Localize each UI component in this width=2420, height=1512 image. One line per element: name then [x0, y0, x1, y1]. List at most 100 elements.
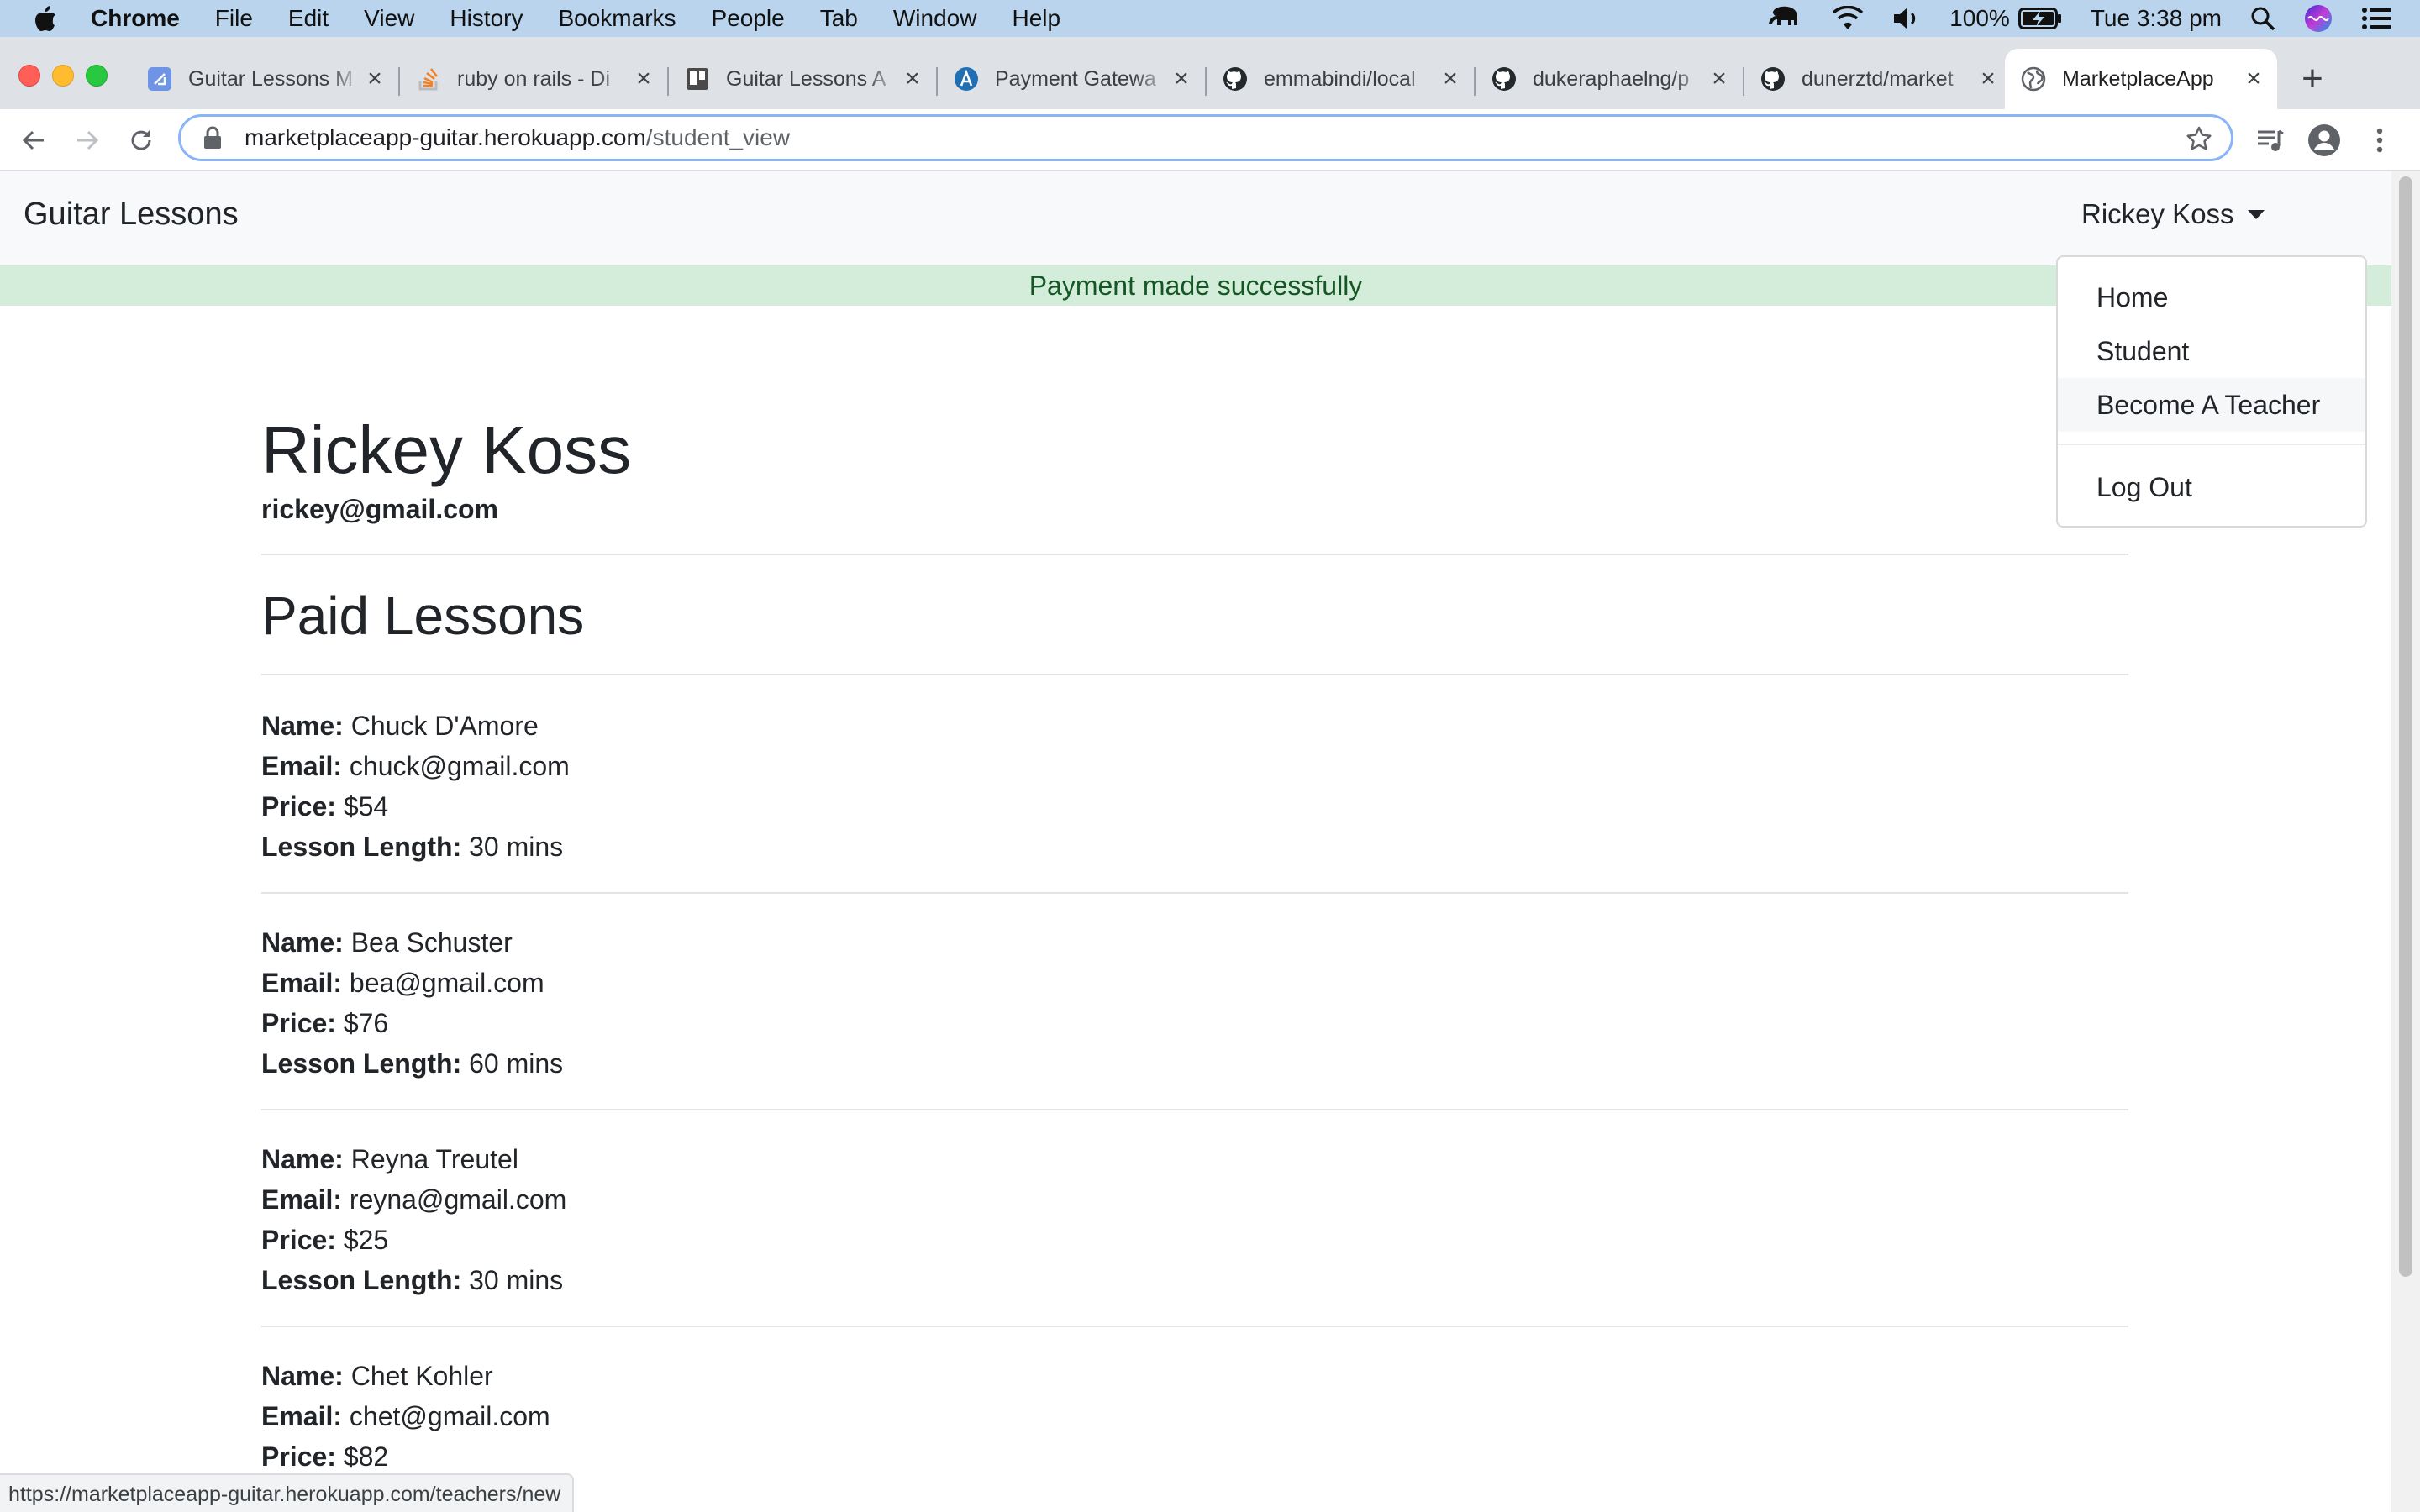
dropdown-item-log-out[interactable]: Log Out [2058, 460, 2365, 514]
email-label: Email: [261, 1184, 343, 1215]
close-window-button[interactable] [18, 65, 40, 87]
dropdown-item-become-a-teacher[interactable]: Become A Teacher [2058, 378, 2365, 432]
chrome-menu-button[interactable] [2363, 123, 2396, 157]
menu-app-chrome[interactable]: Chrome [91, 5, 180, 32]
length-label: Lesson Length: [261, 832, 462, 862]
price-label: Price: [261, 1225, 336, 1255]
teacher-name: Chet Kohler [350, 1361, 493, 1391]
divider [261, 892, 2128, 894]
close-icon[interactable]: × [632, 66, 655, 92]
lesson-item: Name: Reyna Treutel Email: reyna@gmail.c… [261, 1139, 2128, 1300]
price-label: Price: [261, 1441, 336, 1472]
close-icon[interactable]: × [1707, 66, 1731, 92]
menu-tab[interactable]: Tab [820, 5, 858, 32]
tab-payment-gateway[interactable]: Payment Gatewa × [938, 49, 1205, 109]
lesson-price: $76 [343, 1008, 389, 1038]
siri-icon[interactable] [2304, 4, 2333, 33]
volume-icon[interactable] [1892, 6, 1921, 31]
site-navbar: Guitar Lessons Rickey Koss [0, 171, 2391, 265]
spotlight-search-icon[interactable] [2250, 6, 2275, 31]
close-icon[interactable]: × [1976, 66, 2000, 92]
new-tab-button[interactable]: + [2294, 60, 2331, 99]
wifi-icon[interactable] [1832, 6, 1864, 31]
battery-charging-icon[interactable] [2018, 8, 2062, 29]
reload-button[interactable] [124, 123, 158, 157]
menu-history[interactable]: History [450, 5, 523, 32]
github-icon [1760, 66, 1786, 92]
dropdown-item-home[interactable]: Home [2058, 270, 2365, 324]
bookmark-star-icon[interactable] [2186, 125, 2212, 152]
divider [261, 1109, 2128, 1110]
address-bar[interactable]: marketplaceapp-guitar.herokuapp.com/stud… [178, 114, 2233, 161]
forward-button[interactable] [71, 123, 104, 157]
length-label: Lesson Length: [261, 1265, 462, 1295]
page-scrollbar[interactable] [2391, 171, 2420, 1512]
back-button[interactable] [17, 123, 50, 157]
brand-link[interactable]: Guitar Lessons [24, 197, 239, 233]
maximize-window-button[interactable] [86, 65, 108, 87]
teacher-email: bea@gmail.com [349, 968, 544, 998]
clock[interactable]: Tue 3:38 pm [2091, 5, 2222, 32]
github-icon [1222, 66, 1249, 92]
user-dropdown-toggle[interactable]: Rickey Koss [2081, 198, 2265, 230]
lesson-item: Name: Chet Kohler Email: chet@gmail.com … [261, 1356, 2128, 1477]
profile-button[interactable] [2307, 123, 2341, 157]
tab-title: Payment Gatewa [995, 66, 1156, 91]
name-label: Name: [261, 1144, 344, 1174]
close-icon[interactable]: × [1439, 66, 1462, 92]
student-name-heading: Rickey Koss [261, 412, 632, 487]
teacher-name: Reyna Treutel [350, 1144, 518, 1174]
media-control-button[interactable] [2254, 123, 2287, 157]
tab-title: Guitar Lessons M [188, 66, 353, 91]
menu-file[interactable]: File [215, 5, 253, 32]
student-email: rickey@gmail.com [261, 494, 498, 524]
notification-center-icon[interactable] [2361, 6, 2391, 31]
tab-dunerztd[interactable]: dunerztd/market × [1744, 49, 2012, 109]
tab-title: emmabindi/local [1264, 66, 1416, 91]
divider [261, 554, 2128, 555]
menu-bookmarks[interactable]: Bookmarks [558, 5, 676, 32]
teacher-name: Bea Schuster [350, 927, 513, 958]
dropdown-divider [2058, 444, 2365, 445]
menu-people[interactable]: People [712, 5, 785, 32]
email-label: Email: [261, 1401, 343, 1431]
price-label: Price: [261, 791, 336, 822]
user-name: Rickey Koss [2081, 198, 2234, 229]
trello-icon [684, 66, 711, 92]
name-label: Name: [261, 927, 344, 958]
close-icon[interactable]: × [901, 66, 924, 92]
tab-title: dukeraphaelng/p [1533, 66, 1690, 91]
tab-dukeraphaelng[interactable]: dukeraphaelng/p × [1476, 49, 1743, 109]
close-icon[interactable]: × [363, 66, 387, 92]
link-status-bubble: https://marketplaceapp-guitar.herokuapp.… [0, 1473, 575, 1512]
dropdown-item-student[interactable]: Student [2058, 324, 2365, 378]
lesson-length: 30 mins [469, 832, 564, 862]
tab-guitar-lessons-m[interactable]: Guitar Lessons M × [131, 49, 398, 109]
lock-icon[interactable] [203, 126, 223, 150]
menu-window[interactable]: Window [893, 5, 977, 32]
tab-marketplaceapp[interactable]: MarketplaceApp × [2005, 49, 2277, 109]
close-icon[interactable]: × [2242, 66, 2265, 92]
tab-guitar-lessons-a[interactable]: Guitar Lessons A × [669, 49, 936, 109]
email-label: Email: [261, 751, 343, 781]
price-label: Price: [261, 1008, 336, 1038]
tab-emmabindi[interactable]: emmabindi/local × [1207, 49, 1474, 109]
globe-icon [2020, 66, 2047, 92]
scrollbar-thumb[interactable] [2399, 176, 2412, 1277]
name-label: Name: [261, 711, 344, 741]
menu-edit[interactable]: Edit [288, 5, 329, 32]
lesson-item: Name: Bea Schuster Email: bea@gmail.com … [261, 922, 2128, 1084]
minimize-window-button[interactable] [52, 65, 74, 87]
apple-logo-icon[interactable] [34, 5, 57, 32]
menu-view[interactable]: View [364, 5, 414, 32]
menu-help[interactable]: Help [1012, 5, 1060, 32]
tab-ruby-on-rails[interactable]: ruby on rails - Di × [400, 49, 667, 109]
lesson-item: Name: Chuck D'Amore Email: chuck@gmail.c… [261, 706, 2128, 867]
arrow-right-icon [77, 130, 99, 150]
teacher-email: chuck@gmail.com [349, 751, 570, 781]
close-icon[interactable]: × [1170, 66, 1193, 92]
reload-icon [131, 130, 151, 150]
elephant-icon[interactable] [1768, 5, 1803, 32]
teacher-email: reyna@gmail.com [349, 1184, 567, 1215]
lesson-length: 30 mins [469, 1265, 564, 1295]
